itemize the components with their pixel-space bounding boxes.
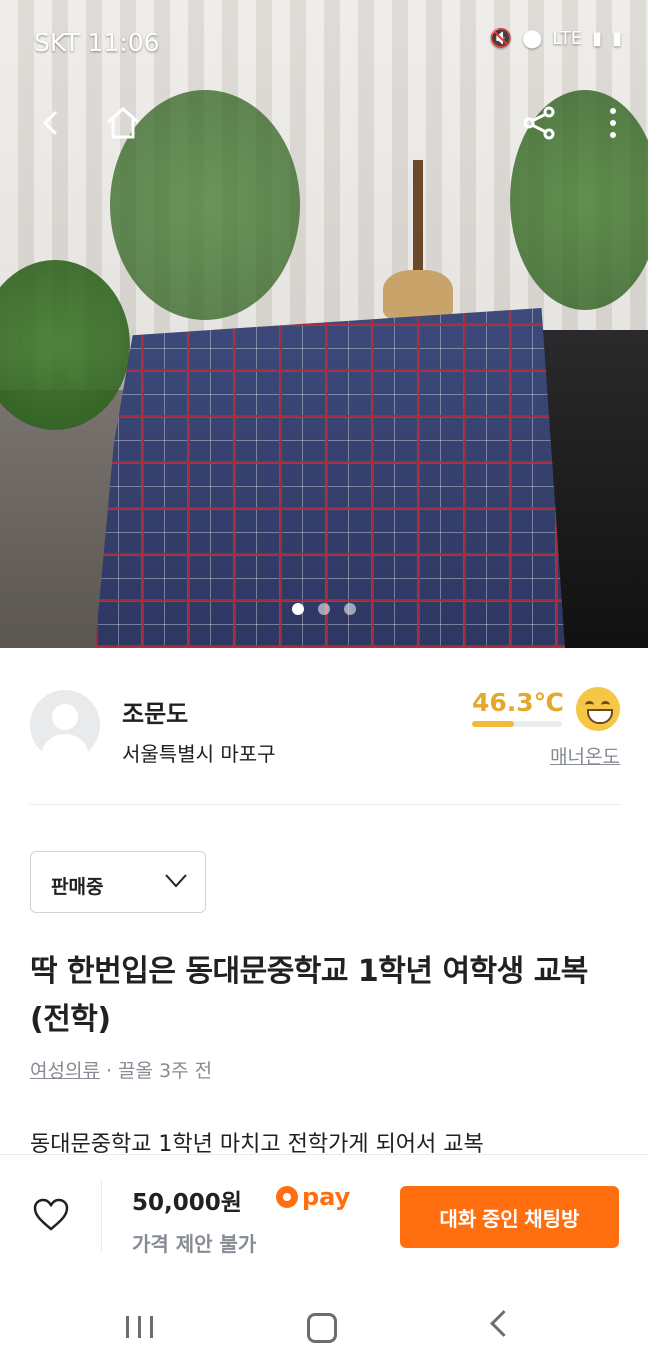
manner-temperature-link[interactable]: 매너온도	[520, 742, 620, 769]
network-label: LTE	[552, 28, 583, 49]
photo-plaid-skirt	[95, 308, 565, 648]
share-icon[interactable]	[516, 100, 562, 146]
pay-badge: pay	[276, 1180, 350, 1214]
signal-icon: ▮	[592, 28, 603, 49]
sale-status-value: 판매중	[51, 876, 104, 898]
smile-face-icon	[576, 687, 620, 731]
divider	[30, 804, 620, 805]
status-icons: 🔇 ⬤ LTE ▮ ▮	[490, 28, 622, 49]
post-category[interactable]: 여성의류	[30, 1060, 100, 1082]
pay-logo-icon	[276, 1186, 298, 1208]
post-description: 동대문중학교 1학년 마치고 전학가게 되어서 교복	[30, 1132, 484, 1154]
price: 50,000원	[132, 1190, 242, 1216]
chevron-down-icon	[165, 874, 187, 888]
home-icon[interactable]	[100, 100, 146, 146]
heart-icon[interactable]	[32, 1196, 70, 1234]
chat-button[interactable]: 대화 중인 채팅방	[400, 1186, 619, 1248]
post-title: 딱 한번입은 동대문중학교 1학년 여학생 교복(전학)	[30, 954, 588, 1037]
back-icon[interactable]	[28, 100, 74, 146]
status-bar: SKT 11:06 🔇 ⬤ LTE ▮ ▮	[0, 0, 648, 84]
manner-temperature: 46.3℃	[472, 688, 564, 717]
divider	[101, 1180, 102, 1252]
mute-icon: 🔇	[489, 28, 513, 49]
photo-pager	[0, 603, 648, 615]
post-time: · 끌올 3주 전	[105, 1060, 213, 1082]
pager-dot[interactable]	[318, 603, 330, 615]
status-carrier-time: SKT 11:06	[34, 28, 160, 57]
product-photo[interactable]: SKT 11:06 🔇 ⬤ LTE ▮ ▮	[0, 0, 648, 648]
more-icon[interactable]	[590, 100, 636, 146]
pager-dot[interactable]	[344, 603, 356, 615]
temperature-bar	[472, 721, 562, 727]
pay-label: pay	[302, 1183, 351, 1211]
negotiation-status: 가격 제안 불가	[132, 1232, 257, 1256]
avatar[interactable]	[30, 690, 100, 760]
photo-guitar	[383, 160, 453, 320]
sale-status-dropdown[interactable]: 판매중	[30, 851, 206, 913]
recent-apps-icon[interactable]	[126, 1316, 153, 1338]
post-meta: 여성의류 · 끌올 3주 전	[30, 1056, 212, 1083]
temperature-bar-fill	[472, 721, 514, 727]
location-icon: ⬤	[522, 28, 543, 49]
battery-icon: ▮	[612, 28, 622, 49]
seller-location: 서울특별시 마포구	[122, 742, 276, 766]
home-button-icon[interactable]	[307, 1313, 337, 1343]
seller-name[interactable]: 조문도	[122, 694, 188, 729]
pager-dot[interactable]	[292, 603, 304, 615]
